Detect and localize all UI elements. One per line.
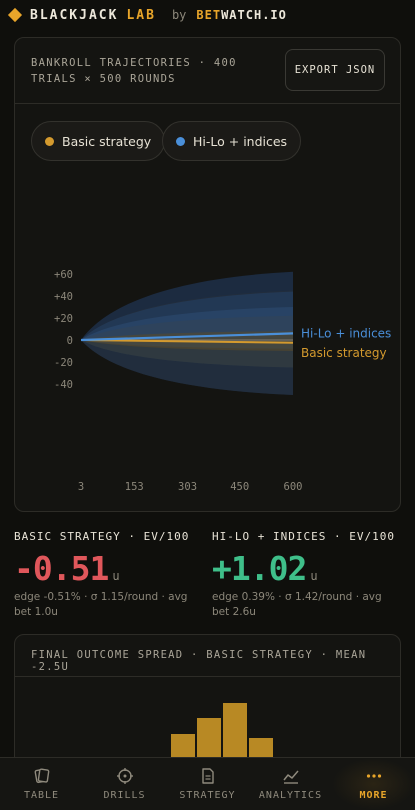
brand-by: by <box>171 8 187 22</box>
nav-label-strategy: STRATEGY <box>179 790 236 801</box>
x-tick-label: 153 <box>125 481 144 493</box>
hilo-ev-value: +1.02 <box>212 549 307 588</box>
nav-item-drills[interactable]: DRILLS <box>83 758 166 810</box>
nav-item-table[interactable]: TABLE <box>0 758 83 810</box>
y-tick-label: -20 <box>54 357 73 369</box>
bankroll-chart-card: BANKROLL TRAJECTORIES · 400 TRIALS × 500… <box>14 37 401 512</box>
logo-diamond-icon <box>7 7 23 23</box>
hilo-ev-stat: HI-LO + INDICES · EV/100 +1.02 u edge 0.… <box>212 530 402 620</box>
x-tick-label: 3 <box>78 481 84 493</box>
basic-ev-stat: BASIC STRATEGY · EV/100 -0.51 u edge -0.… <box>14 530 204 620</box>
y-tick-label: +20 <box>54 313 73 325</box>
basic-end-label: Basic strategy <box>301 346 387 360</box>
y-tick-label: -40 <box>54 379 73 391</box>
spread-card-title: FINAL OUTCOME SPREAD · BASIC STRATEGY · … <box>31 649 367 673</box>
y-tick-label: 0 <box>67 335 73 347</box>
hilo-ev-label: HI-LO + INDICES · EV/100 <box>212 530 395 543</box>
y-tick-label: +60 <box>54 269 73 281</box>
bottom-navigation: TABLE DRILLS STRATEGY ANALYTICS MORE <box>0 757 415 810</box>
brand-name: BLACKJACK <box>30 7 119 23</box>
x-tick-label: 450 <box>230 481 249 493</box>
nav-item-more[interactable]: MORE <box>332 758 415 810</box>
nav-item-analytics[interactable]: ANALYTICS <box>249 758 332 810</box>
outcome-spread-card: FINAL OUTCOME SPREAD · BASIC STRATEGY · … <box>14 634 401 774</box>
partner-logo-bet: BET <box>196 8 222 22</box>
nav-label-drills: DRILLS <box>103 790 146 801</box>
nav-label-analytics: ANALYTICS <box>258 790 323 801</box>
basic-ev-value: -0.51 <box>14 549 109 588</box>
basic-ev-label: BASIC STRATEGY · EV/100 <box>14 530 190 543</box>
app-header: BLACKJACK LAB by BETWATCH.IO <box>0 0 415 30</box>
x-tick-label: 600 <box>284 481 303 493</box>
target-icon <box>116 768 133 784</box>
basic-ev-details: edge -0.51% · σ 1.15/round · avg bet 1.0… <box>14 591 188 618</box>
brand-suffix: LAB <box>126 7 156 23</box>
document-icon <box>201 768 214 784</box>
cards-icon <box>34 768 49 784</box>
partner-logo-rest: WATCH.IO <box>221 8 287 22</box>
x-tick-label: 303 <box>178 481 197 493</box>
nav-label-more: MORE <box>359 790 388 801</box>
nav-label-table: TABLE <box>23 790 60 801</box>
bankroll-chart: Hi-Lo + indices Basic strategy +60 +40 +20 0 -… <box>54 269 391 493</box>
basic-ev-unit: u <box>112 569 120 583</box>
dots-icon <box>366 774 381 778</box>
partner-logo[interactable]: BETWATCH.IO <box>196 8 286 22</box>
y-tick-label: +40 <box>54 291 73 303</box>
chart-icon <box>282 770 299 784</box>
hilo-ev-details: edge 0.39% · σ 1.42/round · avg bet 2.6u <box>212 591 382 618</box>
card-divider <box>15 676 400 677</box>
nav-item-strategy[interactable]: STRATEGY <box>166 758 249 810</box>
hilo-ev-unit: u <box>310 569 318 583</box>
hilo-end-label: Hi-Lo + indices <box>301 326 391 340</box>
